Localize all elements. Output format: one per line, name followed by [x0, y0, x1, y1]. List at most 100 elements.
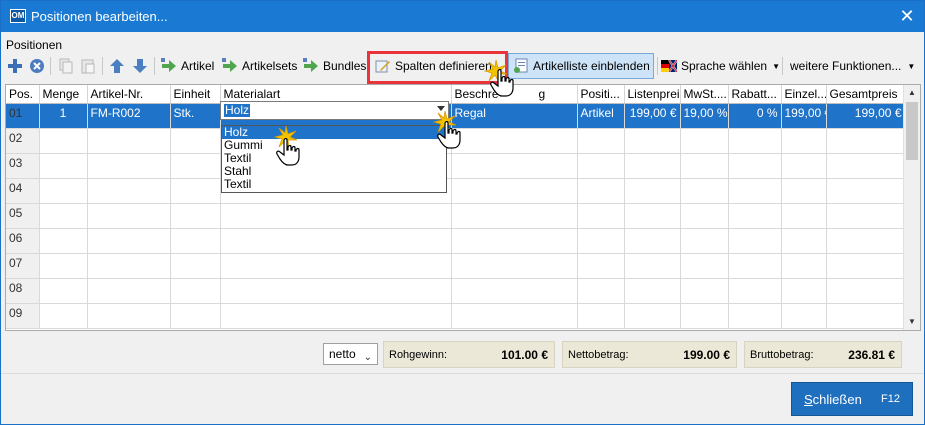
dropdown-option[interactable]: Textil [222, 178, 446, 191]
hand-cursor-icon [490, 69, 514, 97]
netto-select[interactable]: netto ⌄ [323, 343, 378, 365]
bruttobetrag-box: Bruttobetrag: 236.81 € [744, 341, 902, 368]
header-beschreibung-tail: g [538, 86, 546, 101]
einzelpreis-cell[interactable]: 199,00 € [781, 103, 827, 129]
listenpreis-cell[interactable]: 199,00 € [624, 103, 681, 129]
column-header[interactable]: Gesamtpreis [826, 85, 906, 104]
chevron-down-icon: ⌄ [363, 352, 372, 363]
table-row[interactable]: 07 [6, 253, 906, 279]
table-header-row: Pos. Menge Artikel-Nr. Einheit Materiala… [6, 85, 906, 104]
flag-icon [661, 58, 677, 74]
weitere-funktionen-label: weitere Funktionen... [790, 59, 902, 73]
bruttobetrag-label: Bruttobetrag: [750, 349, 814, 361]
dialog-window: OM Positionen bearbeiten... ✕ Positionen [0, 0, 925, 425]
shortcut-key: F12 [881, 393, 900, 405]
materialart-dropdown-list[interactable]: Holz Gummi Textil Stahl Textil [221, 125, 447, 193]
delete-position-button[interactable] [29, 53, 45, 79]
nettobetrag-box: Nettobetrag: 199.00 € [562, 341, 737, 368]
pos-cell: 09 [6, 303, 40, 329]
artikel-button[interactable]: Artikel [161, 53, 214, 79]
title-bar[interactable]: OM Positionen bearbeiten... ✕ [1, 1, 924, 32]
pos-cell: 06 [6, 228, 40, 254]
gesamtpreis-cell[interactable]: 199,00 € [826, 103, 906, 129]
hand-cursor-icon [437, 121, 461, 149]
section-label: Positionen [6, 38, 63, 52]
artikel-label: Artikel [181, 59, 215, 73]
menge-cell[interactable]: 1 [39, 103, 88, 129]
schliessen-button[interactable]: Schließen F12 [791, 382, 913, 416]
column-header[interactable]: Listenpreis [624, 85, 681, 104]
position-cell[interactable]: Artikel [577, 103, 625, 129]
column-header[interactable]: MwSt.... [680, 85, 729, 104]
column-header[interactable]: Pos. [6, 85, 40, 104]
pos-cell: 05 [6, 203, 40, 229]
move-up-button[interactable] [109, 53, 125, 79]
copy-button[interactable] [58, 53, 74, 79]
close-icon[interactable]: ✕ [896, 5, 918, 27]
toolbar-separator [657, 57, 658, 75]
column-header[interactable]: Einheit [170, 85, 221, 104]
column-header[interactable]: Positi... [577, 85, 625, 104]
arrow-up-icon [109, 58, 125, 74]
weitere-funktionen-button[interactable]: weitere Funktionen... ▼ [786, 53, 915, 79]
table-row[interactable]: 03 [6, 153, 906, 179]
column-header[interactable]: Rabatt... [728, 85, 782, 104]
scroll-down-icon[interactable]: ▼ [907, 317, 917, 327]
table-row[interactable]: 06 [6, 228, 906, 254]
column-header[interactable]: Menge [39, 85, 88, 104]
pos-cell: 07 [6, 253, 40, 279]
sprache-waehlen-button[interactable]: Sprache wählen ▼ [661, 53, 780, 79]
nettobetrag-value: 199.00 € [683, 348, 730, 362]
scroll-thumb[interactable] [906, 102, 918, 160]
plus-icon [7, 58, 23, 74]
add-arrow-icon [222, 58, 238, 74]
move-down-button[interactable] [132, 53, 148, 79]
column-header[interactable]: Beschre g [451, 85, 578, 104]
pos-cell: 08 [6, 278, 40, 304]
toolbar-separator [154, 57, 155, 75]
list-icon [513, 58, 529, 74]
paste-button[interactable] [80, 53, 96, 79]
dropdown-option[interactable]: Stahl [222, 165, 446, 178]
rohgewinn-value: 101.00 € [501, 348, 548, 362]
positions-grid[interactable]: Pos. Menge Artikel-Nr. Einheit Materiala… [5, 84, 921, 331]
materialart-value: Holz [224, 103, 251, 117]
sprache-waehlen-label: Sprache wählen [681, 59, 768, 73]
add-arrow-icon [303, 58, 319, 74]
materialart-combobox[interactable]: Holz [220, 101, 449, 120]
column-header[interactable]: Einzel... [781, 85, 827, 104]
dropdown-option[interactable]: Gummi [222, 139, 446, 152]
column-header[interactable]: Artikel-Nr. [87, 85, 171, 104]
rohgewinn-box: Rohgewinn: 101.00 € [383, 341, 555, 368]
vertical-scrollbar[interactable]: ▲ ▼ [903, 85, 920, 330]
toolbar-separator [782, 57, 783, 75]
add-position-button[interactable] [7, 53, 23, 79]
pos-cell: 03 [6, 153, 40, 179]
mwst-cell[interactable]: 19,00 % [680, 103, 729, 129]
table-row[interactable]: 04 [6, 178, 906, 204]
schliessen-label: Schließen [804, 392, 862, 407]
table-row[interactable]: 05 [6, 203, 906, 229]
scroll-up-icon[interactable]: ▲ [907, 88, 917, 98]
beschreibung-cell[interactable]: Regal [451, 103, 578, 129]
einheit-cell[interactable]: Stk. [170, 103, 221, 129]
nettobetrag-label: Nettobetrag: [568, 349, 629, 361]
copy-icon [58, 58, 74, 74]
table-row[interactable]: 08 [6, 278, 906, 304]
rabatt-cell[interactable]: 0 % [728, 103, 782, 129]
artikel-nr-cell[interactable]: FM-R002 [87, 103, 171, 129]
rohgewinn-label: Rohgewinn: [389, 349, 448, 361]
toolbar-separator [50, 57, 51, 75]
add-arrow-icon [161, 58, 177, 74]
artikelsets-button[interactable]: Artikelsets [222, 53, 297, 79]
bundles-button[interactable]: Bundles [303, 53, 366, 79]
artikelsets-label: Artikelsets [242, 59, 298, 73]
bruttobetrag-value: 236.81 € [848, 348, 895, 362]
table-row[interactable]: 09 [6, 303, 906, 329]
window-title: Positionen bearbeiten... [31, 9, 168, 24]
artikelliste-einblenden-label: Artikelliste einblenden [533, 59, 650, 73]
dropdown-option[interactable]: Textil [222, 152, 446, 165]
paste-icon [80, 58, 96, 74]
artikelliste-einblenden-button[interactable]: Artikelliste einblenden [508, 53, 654, 79]
pos-cell: 01 [6, 103, 40, 129]
